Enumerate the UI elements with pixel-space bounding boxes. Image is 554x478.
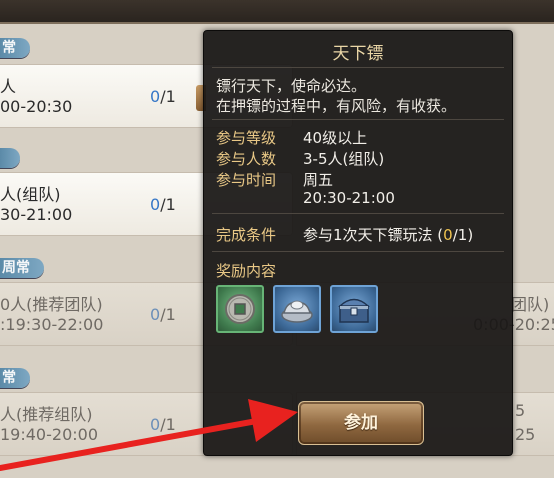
red-arrow-icon [0, 399, 298, 471]
